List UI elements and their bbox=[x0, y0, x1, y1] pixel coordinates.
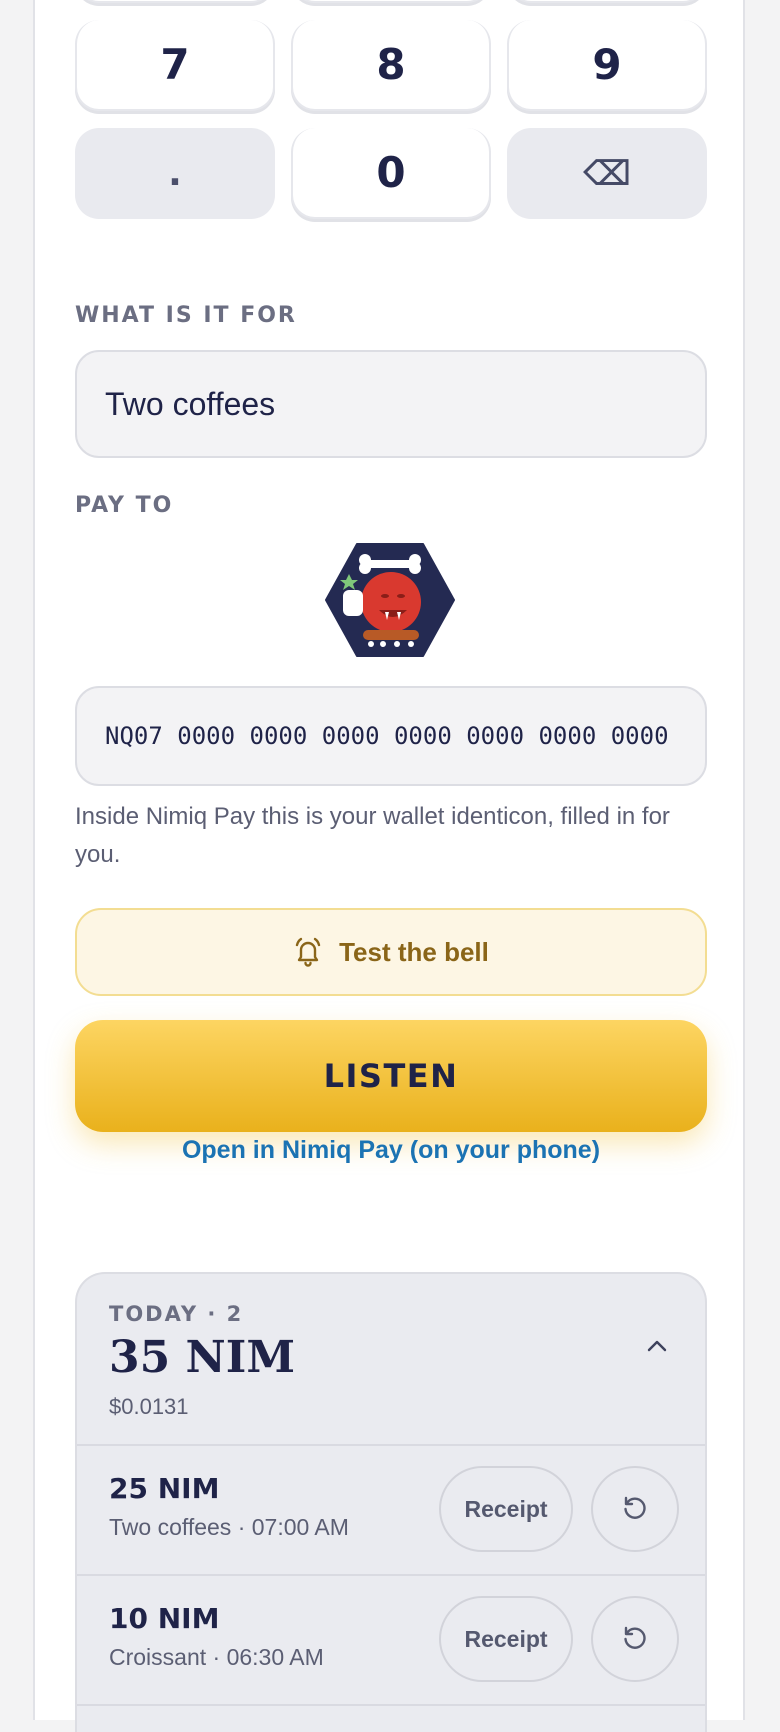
identicon-helper-text: Inside Nimiq Pay this is your wallet ide… bbox=[75, 803, 670, 868]
key-6[interactable]: 6 bbox=[507, 0, 707, 3]
app-screen: 4 5 6 7 8 9 . 0 ⌫ WHAT IS IT FOR Two cof… bbox=[33, 0, 745, 1732]
wallet-identicon bbox=[325, 542, 455, 658]
key-4[interactable]: 4 bbox=[75, 0, 275, 3]
refund-icon bbox=[624, 1626, 646, 1649]
key-9[interactable]: 9 bbox=[507, 20, 707, 111]
transaction-amount: 25 NIM bbox=[109, 1472, 220, 1505]
key-8[interactable]: 8 bbox=[291, 20, 491, 111]
receipt-button[interactable]: Receipt bbox=[439, 1466, 573, 1552]
bell-icon bbox=[293, 937, 323, 967]
refund-button[interactable] bbox=[591, 1596, 679, 1682]
transaction-subtitle: Two coffees · 07:00 AM bbox=[109, 1514, 349, 1540]
purpose-value: Two coffees bbox=[105, 385, 276, 422]
today-total: 35 NIM bbox=[109, 1332, 296, 1383]
purpose-input[interactable]: Two coffees bbox=[75, 350, 707, 458]
backspace-key[interactable]: ⌫ bbox=[507, 128, 707, 219]
test-bell-button[interactable]: Test the bell bbox=[75, 908, 707, 996]
transaction-subtitle: Croissant · 06:30 AM bbox=[109, 1644, 324, 1670]
listen-label: LISTEN bbox=[323, 1057, 459, 1095]
refund-icon bbox=[624, 1496, 646, 1519]
address-value: NQ07 0000 0000 0000 0000 0000 0000 0000 … bbox=[105, 722, 677, 750]
key-0[interactable]: 0 bbox=[291, 128, 491, 219]
today-summary-card: TODAY · 2 35 NIM $0.0131 25 NIM Two coff… bbox=[75, 1272, 707, 1732]
key-5[interactable]: 5 bbox=[291, 0, 491, 3]
chevron-up-icon[interactable] bbox=[645, 1338, 669, 1358]
transaction-row: 10 NIM Croissant · 06:30 AM Receipt bbox=[77, 1576, 705, 1706]
today-count: TODAY · 2 bbox=[109, 1302, 244, 1326]
refund-button[interactable] bbox=[591, 1466, 679, 1552]
number-keypad: 4 5 6 7 8 9 . 0 ⌫ bbox=[75, 0, 707, 270]
address-field[interactable]: NQ07 0000 0000 0000 0000 0000 0000 0000 … bbox=[75, 686, 707, 786]
key-7[interactable]: 7 bbox=[75, 20, 275, 111]
receipt-button[interactable]: Receipt bbox=[439, 1596, 573, 1682]
transaction-amount: 10 NIM bbox=[109, 1602, 220, 1635]
open-in-nimiq-pay-link[interactable]: Open in Nimiq Pay (on your phone) bbox=[75, 1136, 707, 1165]
today-fiat: $0.0131 bbox=[109, 1394, 189, 1419]
test-bell-label: Test the bell bbox=[339, 936, 489, 967]
pay-to-label: PAY TO bbox=[75, 493, 174, 518]
transaction-row: 25 NIM Two coffees · 07:00 AM Receipt bbox=[77, 1446, 705, 1576]
listen-button[interactable]: LISTEN bbox=[75, 1020, 707, 1132]
key-decimal[interactable]: . bbox=[75, 128, 275, 219]
purpose-label: WHAT IS IT FOR bbox=[75, 303, 297, 328]
today-header[interactable]: TODAY · 2 35 NIM $0.0131 bbox=[77, 1274, 705, 1446]
